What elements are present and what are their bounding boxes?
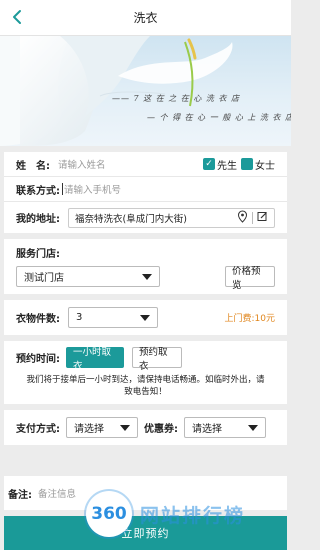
banner-slogan-line2: — 个 得 在 心 一 般 心 上 洗 衣 店 <box>147 113 291 122</box>
text-cursor <box>62 183 63 195</box>
address-label: 我的地址: <box>16 214 60 225</box>
gender-female-label: 女士 <box>255 160 275 172</box>
banner-slogan-line1: —— 7 这 在 之 在 心 洗 衣 店 <box>112 94 240 103</box>
gender-male-option[interactable]: ✓ 先生 <box>203 157 237 172</box>
items-card: 衣物件数: 3 上门费:10元 <box>4 300 287 335</box>
dropdown-arrow-icon <box>142 273 152 280</box>
submit-booking-button[interactable]: 立即预约 <box>4 516 287 550</box>
top-bar: 洗衣 <box>0 0 291 36</box>
coupon-selected: 请选择 <box>192 424 222 435</box>
banner-image: —— 7 这 在 之 在 心 洗 衣 店 — 个 得 在 心 一 般 心 上 洗… <box>0 36 291 146</box>
coupon-select[interactable]: 请选择 <box>184 417 266 438</box>
dropdown-arrow-icon <box>248 424 258 431</box>
address-value: 福奈特洗衣(阜成门内大街) <box>75 213 187 225</box>
store-card: 服务门店: 测试门店 价格预览 <box>4 239 287 294</box>
pickup-fee: 上门费:10元 <box>224 314 276 324</box>
contact-card: 姓 名: 请输入姓名 ✓ 先生 女士 联系方式: 请输入手机号 我的地址: 福奈… <box>4 152 287 233</box>
contact-row: 联系方式: 请输入手机号 <box>4 177 287 202</box>
payment-select[interactable]: 请选择 <box>66 417 138 438</box>
contact-label: 联系方式: <box>16 185 60 197</box>
page-title: 洗衣 <box>133 11 158 25</box>
remarks-input[interactable]: 备注信息 <box>38 486 76 500</box>
booking-notice: 我们将于接单后一小时到达，请保持电话畅通。如临时外出，请致电告知！ <box>26 375 265 397</box>
location-pin-icon[interactable] <box>237 209 248 226</box>
name-row: 姓 名: 请输入姓名 ✓ 先生 女士 <box>4 152 287 177</box>
dropdown-arrow-icon <box>140 314 150 321</box>
address-field[interactable]: 福奈特洗衣(阜成门内大街) <box>68 207 275 228</box>
store-select[interactable]: 测试门店 <box>16 266 160 287</box>
back-arrow-icon[interactable] <box>8 7 28 27</box>
booking-card: 预约时间: 一小时取衣 预约取衣 我们将于接单后一小时到达，请保持电话畅通。如临… <box>4 341 287 404</box>
name-input[interactable]: 请输入姓名 <box>58 157 203 171</box>
items-label: 衣物件数: <box>16 314 60 325</box>
female-checkbox[interactable] <box>241 158 253 170</box>
store-selected: 测试门店 <box>24 273 64 284</box>
items-count-select[interactable]: 3 <box>68 307 158 328</box>
coupon-label: 优惠券: <box>144 424 178 435</box>
booking-label: 预约时间: <box>16 354 60 365</box>
items-count-value: 3 <box>76 312 83 323</box>
payment-card: 支付方式: 请选择 优惠券: 请选择 <box>4 410 287 445</box>
name-label: 姓 名: <box>16 160 50 172</box>
remarks-row: 备注: 备注信息 <box>4 476 287 510</box>
contact-input[interactable]: 请输入手机号 <box>64 182 121 196</box>
payment-selected: 请选择 <box>74 424 104 435</box>
remarks-label: 备注: <box>8 489 32 501</box>
one-hour-pickup-button[interactable]: 一小时取衣 <box>66 347 124 372</box>
gender-male-label: 先生 <box>217 160 237 172</box>
male-checkbox[interactable]: ✓ <box>203 158 215 170</box>
price-preview-button[interactable]: 价格预览 <box>225 266 275 291</box>
scheduled-pickup-button[interactable]: 预约取衣 <box>132 347 182 372</box>
dropdown-arrow-icon <box>120 424 130 431</box>
divider <box>252 211 253 224</box>
edit-icon[interactable] <box>257 211 268 225</box>
gender-female-option[interactable]: 女士 <box>241 157 275 172</box>
address-row: 我的地址: 福奈特洗衣(阜成门内大街) <box>4 202 287 233</box>
payment-label: 支付方式: <box>16 424 60 435</box>
store-label: 服务门店: <box>16 249 60 260</box>
